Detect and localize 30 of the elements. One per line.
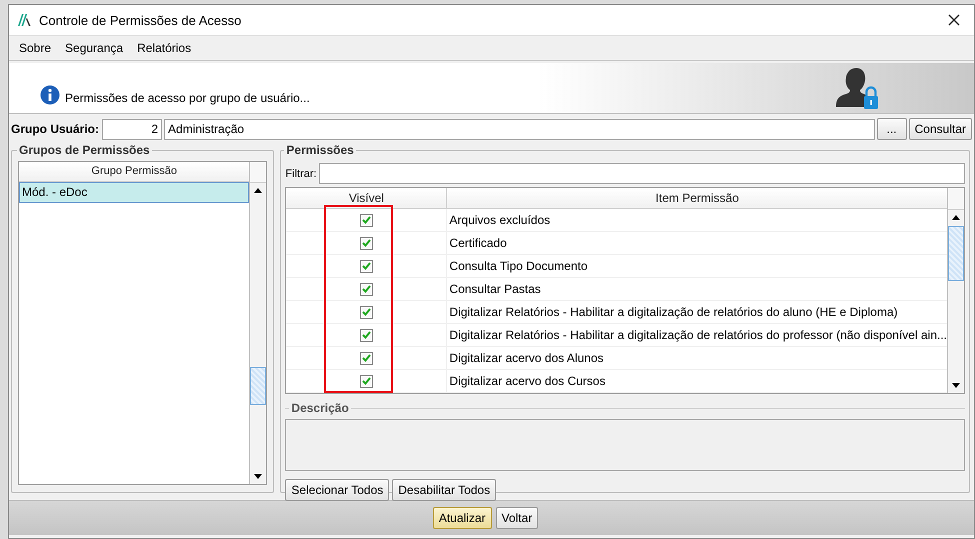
code-field[interactable]: 2 bbox=[102, 118, 162, 140]
column-header: Item Permissão bbox=[654, 190, 740, 207]
menu-item[interactable]: Relatórios bbox=[137, 41, 192, 55]
window-title: Controle de Permissões de Acesso bbox=[39, 12, 242, 28]
table-cell-text: Digitalizar acervo dos Alunos bbox=[448, 351, 604, 365]
table-cell-text: Arquivos excluídos bbox=[448, 213, 550, 227]
consult-button[interactable]: Consultar bbox=[908, 118, 972, 140]
table-cell-text: Digitalizar acervo dos Cursos bbox=[448, 374, 606, 388]
filter-label: Filtrar: bbox=[285, 168, 317, 180]
table-cell-text: Consultar Pastas bbox=[448, 282, 541, 296]
column-header: Grupo Permissão bbox=[19, 162, 250, 182]
menu-item[interactable]: Segurança bbox=[65, 41, 124, 55]
column-header: Visível bbox=[286, 188, 448, 208]
table-cell-text: Consulta Tipo Documento bbox=[448, 259, 588, 273]
footer-button[interactable]: Voltar bbox=[496, 507, 538, 529]
footer-button[interactable]: Atualizar bbox=[432, 507, 492, 529]
field-label: Grupo Usuário: bbox=[11, 122, 100, 136]
action-button[interactable]: Selecionar Todos bbox=[285, 479, 390, 501]
group-box-title: Grupos de Permissões bbox=[17, 143, 152, 157]
list-item[interactable]: Mód. - eDoc bbox=[19, 182, 250, 203]
browse-button[interactable]: ... bbox=[876, 118, 907, 140]
group-box-title: Descrição bbox=[289, 401, 351, 415]
table-cell-text: Digitalizar Relatórios - Habilitar a digitalização de relatórios do professor (não disponível ain... bbox=[448, 328, 947, 342]
action-button[interactable]: Desabilitar Todos bbox=[392, 479, 496, 501]
group-box-title: Permissões bbox=[284, 143, 356, 157]
menu-item[interactable]: Sobre bbox=[19, 41, 52, 55]
table-cell-text: Certificado bbox=[448, 236, 507, 250]
name-field[interactable]: Administração bbox=[164, 118, 875, 140]
table-cell-text: Digitalizar Relatórios - Habilitar a digitalização de relatórios do aluno (HE e Diploma) bbox=[448, 305, 898, 319]
info-text: Permissões de acesso por grupo de usuário... bbox=[65, 91, 310, 105]
